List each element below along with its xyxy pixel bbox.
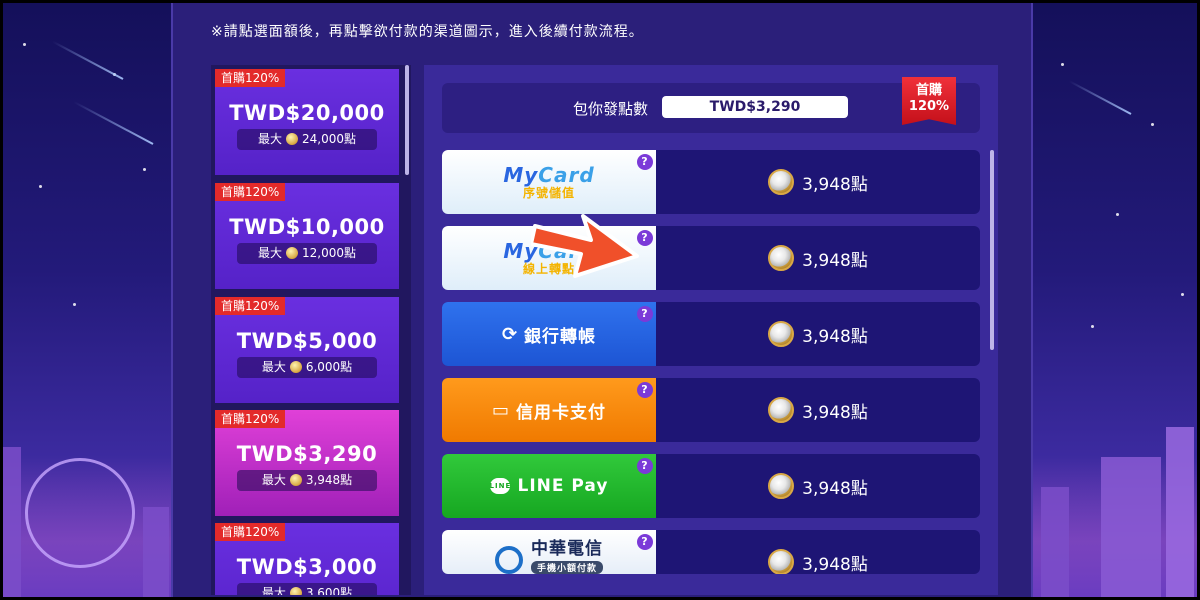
summary-value: TWD$3,290 (662, 96, 848, 118)
purchase-panel: ※請點選面額後，再點擊欲付款的渠道圖示，進入後續付款流程。 首購120% TWD… (171, 3, 1033, 597)
method-points: 3,948點 (656, 454, 980, 518)
coin-icon (768, 473, 795, 499)
payment-method-mycard-serial[interactable]: MyCard 序號儲值 ? 3,948點 (442, 150, 980, 214)
amount-card-5000[interactable]: 首購120% TWD$5,000 最大 6,000點 (215, 297, 399, 403)
first-purchase-badge: 首購120% (215, 523, 286, 541)
first-purchase-badge: 首購120% (215, 69, 286, 87)
cht-icon (494, 546, 523, 574)
coin-icon (289, 361, 302, 373)
credit-card-button[interactable]: ▭ 信用卡支付 ? (442, 378, 656, 442)
amount-value: TWD$10,000 (229, 215, 385, 239)
coin-icon (768, 169, 795, 195)
payment-list-scrollbar[interactable] (990, 150, 994, 350)
app-frame: ※請點選面額後，再點擊欲付款的渠道圖示，進入後續付款流程。 首購120% TWD… (3, 3, 1197, 597)
method-points: 3,948點 (656, 226, 980, 290)
selected-amount-summary: 包你發點數 TWD$3,290 (442, 83, 980, 133)
payment-method-mycard-online[interactable]: MyCard 線上轉點 ? 3,948點 (442, 226, 980, 290)
method-points: 3,948點 (656, 530, 980, 574)
coin-icon (289, 474, 302, 486)
coin-icon (768, 245, 795, 271)
coin-icon (768, 397, 795, 423)
amount-max-points: 最大 24,000點 (237, 129, 377, 150)
amount-max-points: 最大 3,600點 (237, 583, 377, 595)
amount-list-scrollbar[interactable] (405, 65, 409, 175)
payment-method-line-pay[interactable]: LINE LINE Pay ? 3,948點 (442, 454, 980, 518)
left-background-scene (3, 3, 171, 597)
payment-method-bank-transfer[interactable]: ⟳ 銀行轉帳 ? 3,948點 (442, 302, 980, 366)
amount-value: TWD$20,000 (229, 101, 385, 125)
amount-value: TWD$3,290 (236, 442, 378, 466)
method-points: 3,948點 (656, 302, 980, 366)
amount-value: TWD$5,000 (236, 329, 378, 353)
amount-card-10000[interactable]: 首購120% TWD$10,000 最大 12,000點 (215, 183, 399, 289)
amount-value: TWD$3,000 (236, 555, 378, 579)
amount-max-points: 最大 3,948點 (237, 470, 377, 491)
method-points: 3,948點 (656, 150, 980, 214)
credit-card-icon: ▭ (491, 399, 510, 421)
mycard-serial-button[interactable]: MyCard 序號儲值 ? (442, 150, 656, 214)
first-purchase-badge: 首購120% (215, 183, 286, 201)
amount-card-3000[interactable]: 首購120% TWD$3,000 最大 3,600點 (215, 523, 399, 595)
bank-transfer-icon: ⟳ (501, 323, 519, 345)
bank-transfer-button[interactable]: ⟳ 銀行轉帳 ? (442, 302, 656, 366)
mycard-logo: MyCard (503, 162, 595, 187)
amount-list: 首購120% TWD$20,000 最大 24,000點 首購120% TWD$1… (211, 65, 411, 595)
help-icon[interactable]: ? (637, 534, 653, 550)
help-icon[interactable]: ? (637, 306, 653, 322)
help-icon[interactable]: ? (637, 154, 653, 170)
method-subtitle: 序號儲值 (522, 185, 575, 200)
pointer-arrow-icon (531, 214, 639, 278)
summary-label: 包你發點數 (573, 100, 649, 118)
payment-method-chunghwa-telecom[interactable]: 中華電信 手機小額付款 ? 3,948點 (442, 530, 980, 574)
coin-icon (768, 549, 795, 574)
payment-method-credit-card[interactable]: ▭ 信用卡支付 ? 3,948點 (442, 378, 980, 442)
first-purchase-badge: 首購120% (215, 297, 286, 315)
line-pay-button[interactable]: LINE LINE Pay ? (442, 454, 656, 518)
amount-card-3290-selected[interactable]: 首購120% TWD$3,290 最大 3,948點 (215, 410, 399, 516)
amount-max-points: 最大 6,000點 (237, 357, 377, 378)
payment-method-panel: 包你發點數 TWD$3,290 首購 120% MyCard 序號儲值 ? 3,… (424, 65, 998, 595)
amount-card-20000[interactable]: 首購120% TWD$20,000 最大 24,000點 (215, 69, 399, 175)
line-icon: LINE (489, 478, 510, 494)
coin-icon (286, 247, 298, 259)
coin-icon (289, 587, 302, 595)
amount-max-points: 最大 12,000點 (237, 243, 377, 264)
first-purchase-badge: 首購120% (215, 410, 286, 428)
instruction-notice: ※請點選面額後，再點擊欲付款的渠道圖示，進入後續付款流程。 (211, 24, 644, 40)
coin-icon (286, 133, 298, 145)
first-purchase-ribbon: 首購 120% (902, 77, 956, 125)
help-icon[interactable]: ? (637, 382, 653, 398)
coin-icon (768, 321, 795, 347)
right-background-scene (1031, 3, 1197, 597)
method-points: 3,948點 (656, 378, 980, 442)
help-icon[interactable]: ? (637, 458, 653, 474)
chunghwa-telecom-button[interactable]: 中華電信 手機小額付款 ? (442, 530, 656, 574)
